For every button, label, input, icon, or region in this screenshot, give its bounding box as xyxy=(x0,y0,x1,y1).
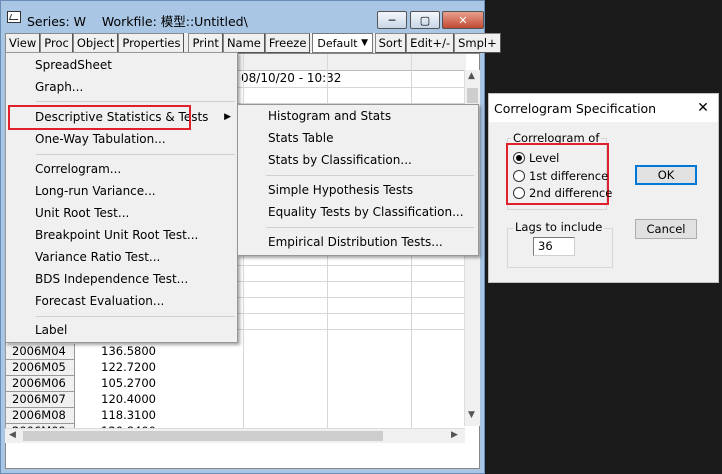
radio-label: Level xyxy=(529,151,560,165)
display-mode-select[interactable]: Default ▼ xyxy=(312,33,373,53)
series-toolbar: View Proc Object Properties Print Name F… xyxy=(5,33,501,53)
menu-separator xyxy=(36,154,235,155)
obs-label: 2006M05 xyxy=(5,360,75,376)
radio-1st-difference[interactable]: 1st difference xyxy=(513,168,608,184)
last-updated-text: 08/10/20 - 10:32 xyxy=(241,71,342,85)
submenu-item-equality-tests[interactable]: Equality Tests by Classification... xyxy=(240,202,478,223)
menu-separator xyxy=(266,175,474,176)
radio-2nd-difference[interactable]: 2nd difference xyxy=(513,185,612,201)
submenu-item-histogram[interactable]: Histogram and Stats xyxy=(240,106,478,127)
scroll-down-icon[interactable]: ▼ xyxy=(468,410,475,420)
scroll-left-icon[interactable]: ◀ xyxy=(9,430,16,440)
submenu-item-empirical-dist-tests[interactable]: Empirical Distribution Tests... xyxy=(240,232,478,253)
table-row[interactable]: 2006M04 136.5800 xyxy=(5,344,465,360)
series-graph-icon xyxy=(7,11,21,23)
proc-button[interactable]: Proc xyxy=(40,33,73,53)
scroll-right-icon[interactable]: ▶ xyxy=(451,430,458,440)
obs-label: 2006M06 xyxy=(5,376,75,392)
table-row[interactable]: 2006M05 122.7200 xyxy=(5,360,465,376)
display-mode-value: Default xyxy=(317,36,358,50)
menu-item-spreadsheet[interactable]: SpreadSheet xyxy=(8,55,237,76)
edit-button[interactable]: Edit+/- xyxy=(406,33,455,53)
menu-separator xyxy=(36,101,235,102)
scroll-thumb[interactable] xyxy=(23,431,383,441)
obs-label: 2006M07 xyxy=(5,392,75,408)
menu-item-unit-root-test[interactable]: Unit Root Test... xyxy=(8,203,237,224)
obs-value[interactable]: 120.4000 xyxy=(75,392,160,408)
close-button[interactable]: ✕ xyxy=(442,11,484,29)
submenu-item-hypothesis-tests[interactable]: Simple Hypothesis Tests xyxy=(240,180,478,201)
menu-item-long-run-variance[interactable]: Long-run Variance... xyxy=(8,181,237,202)
name-button[interactable]: Name xyxy=(222,33,265,53)
radio-unchecked-icon[interactable] xyxy=(513,170,525,182)
menu-item-variance-ratio[interactable]: Variance Ratio Test... xyxy=(8,247,237,268)
obs-value[interactable]: 122.7200 xyxy=(75,360,160,376)
table-row[interactable]: 2006M06 105.2700 xyxy=(5,376,465,392)
menu-item-correlogram[interactable]: Correlogram... xyxy=(8,159,237,180)
menu-item-breakpoint-unit-root[interactable]: Breakpoint Unit Root Test... xyxy=(8,225,237,246)
radio-unchecked-icon[interactable] xyxy=(513,187,525,199)
lags-label: Lags to include xyxy=(513,220,605,234)
submenu-item-stats-table[interactable]: Stats Table xyxy=(240,128,478,149)
menu-separator xyxy=(36,316,235,317)
obs-label: 2006M04 xyxy=(5,344,75,360)
menu-item-forecast-evaluation[interactable]: Forecast Evaluation... xyxy=(8,291,237,312)
obs-value[interactable]: 105.2700 xyxy=(75,376,160,392)
smpl-button[interactable]: Smpl+ xyxy=(454,33,501,53)
radio-label: 2nd difference xyxy=(529,186,613,200)
dialog-titlebar[interactable]: Correlogram Specification ✕ xyxy=(489,94,718,122)
dialog-close-icon[interactable]: ✕ xyxy=(693,99,713,117)
restore-button[interactable]: ▢ xyxy=(410,11,440,29)
proc-menu: SpreadSheet Graph... Descriptive Statist… xyxy=(5,52,238,343)
submenu-arrow-icon: ▶ xyxy=(224,112,231,122)
menu-item-label[interactable]: Label xyxy=(8,320,237,341)
print-button[interactable]: Print xyxy=(188,33,223,53)
ok-button[interactable]: OK xyxy=(635,165,697,185)
obs-value[interactable]: 136.5800 xyxy=(75,344,160,360)
view-button[interactable]: View xyxy=(5,33,41,53)
cancel-button[interactable]: Cancel xyxy=(635,219,697,239)
radio-level[interactable]: Level xyxy=(513,150,559,166)
lags-input[interactable]: 36 xyxy=(533,237,575,256)
menu-item-graph[interactable]: Graph... xyxy=(8,77,237,98)
correlogram-highlight-box xyxy=(8,105,191,130)
scroll-up-icon[interactable]: ▲ xyxy=(468,71,475,81)
minimize-button[interactable]: ─ xyxy=(377,11,407,29)
table-row[interactable]: 2006M07 120.4000 xyxy=(5,392,465,408)
series-titlebar[interactable]: Series: W Workfile: 模型::Untitled\ ─ ▢ ✕ xyxy=(1,1,484,33)
radio-checked-icon[interactable] xyxy=(513,152,525,164)
obs-value[interactable]: 118.3100 xyxy=(75,408,160,424)
dialog-title: Correlogram Specification xyxy=(494,101,657,116)
correlogram-dialog: Correlogram Specification ✕ Correlogram … xyxy=(488,93,719,283)
descriptive-stats-submenu: Histogram and Stats Stats Table Stats by… xyxy=(237,104,479,256)
properties-button[interactable]: Properties xyxy=(118,33,185,53)
menu-item-bds-independence[interactable]: BDS Independence Test... xyxy=(8,269,237,290)
scroll-thumb[interactable] xyxy=(467,88,478,103)
freeze-button[interactable]: Freeze xyxy=(264,33,311,53)
obs-label: 2006M08 xyxy=(5,408,75,424)
menu-item-one-way-tabulation[interactable]: One-Way Tabulation... xyxy=(8,129,237,150)
table-row[interactable]: 2006M08 118.3100 xyxy=(5,408,465,424)
object-button[interactable]: Object xyxy=(72,33,119,53)
series-window-title: Series: W Workfile: 模型::Untitled\ xyxy=(27,14,248,29)
radio-label: 1st difference xyxy=(529,169,609,183)
submenu-item-stats-by-class[interactable]: Stats by Classification... xyxy=(240,150,478,171)
chevron-down-icon: ▼ xyxy=(361,38,369,48)
horizontal-scrollbar[interactable]: ◀ ▶ xyxy=(5,428,465,443)
sort-button[interactable]: Sort xyxy=(374,33,407,53)
menu-separator xyxy=(266,227,474,228)
